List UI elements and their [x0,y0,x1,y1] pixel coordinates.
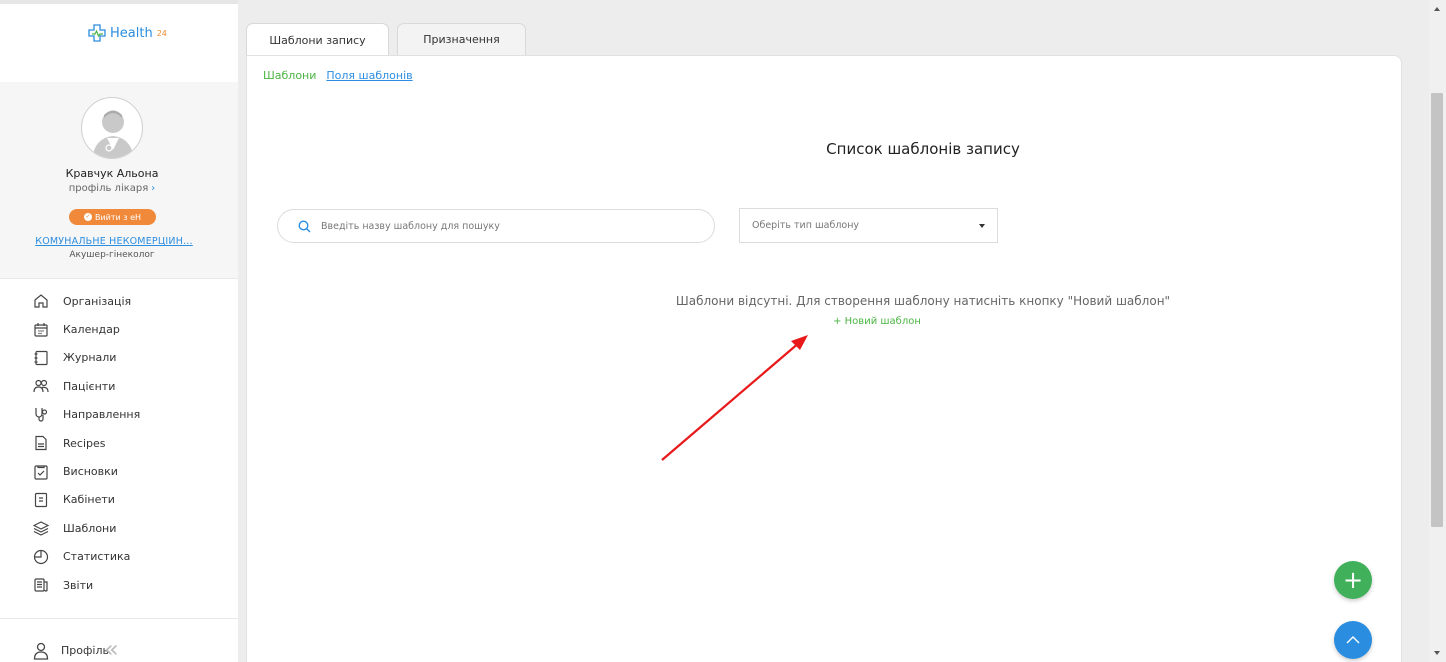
sidebar-item-label: Статистика [63,550,131,564]
sidebar-item-templates[interactable]: Шаблони [32,514,222,542]
sidebar-item-label: Шаблони [63,521,117,535]
doctor-profile-block: Кравчук Альона профіль лікаря › ✓ Вийти з… [0,82,238,278]
sidebar-item-label: Організація [63,294,132,308]
sidebar-item-label: Пацієнти [63,379,116,393]
scroll-up-arrow-icon[interactable] [1431,2,1443,16]
app-name-sup: 24 [156,28,167,38]
sidebar-item-label: Звіти [63,578,94,592]
journal-icon [32,349,49,366]
sidebar-item-patients[interactable]: Пацієнти [32,372,222,400]
sidebar: Health 24 Кравчук Альона профіль лікаря › … [0,0,238,662]
doctor-specialty: Акушер-гінеколог [69,250,155,260]
template-type-select-value: Оберіть тип шаблону [752,220,860,231]
door-icon [32,491,49,508]
organization-link[interactable]: КОМУНАЛЬНЕ НЕКОМЕРЦІЙН... [4,236,224,247]
avatar[interactable] [81,97,143,159]
sidebar-item-cabinets[interactable]: Кабінети [32,486,222,514]
health-logo-icon [88,24,106,42]
recipe-icon [32,435,49,452]
add-fab-button[interactable]: + [1334,561,1372,599]
scroll-down-arrow-icon[interactable] [1431,646,1443,660]
sidebar-item-label: Профіль [61,644,109,657]
app-logo[interactable]: Health 24 [88,24,167,42]
empty-state-message: Шаблони відсутні. Для створення шаблону … [675,294,1171,308]
annotation-arrow-icon [661,335,808,461]
app-name: Health [110,25,153,41]
layers-icon [32,520,49,537]
sidebar-item-reports[interactable]: Звіти [32,571,222,599]
divider [0,618,238,619]
plus-icon: + [1342,566,1364,594]
exit-icon: ✓ [83,213,92,221]
page-title: Список шаблонів запису [826,140,1020,158]
user-icon [32,642,49,660]
chevron-up-icon [1346,636,1360,644]
sidebar-item-statistics[interactable]: Статистика [32,543,222,571]
stethoscope-icon [32,406,49,423]
patients-icon [32,378,49,395]
checklist-icon [32,463,49,480]
tab-bar: Шаблони запису Призначення [246,23,526,56]
caret-down-icon [979,223,985,228]
collapse-sidebar-icon[interactable]: « [104,637,119,661]
sidebar-item-recipes[interactable]: Recipes [32,429,222,457]
doctor-profile-link[interactable]: профіль лікаря › [0,183,224,194]
chevron-right-icon: › [151,183,156,194]
sidebar-item-profile[interactable]: Профіль [32,642,109,660]
doctor-profile-label: профіль лікаря [68,183,149,194]
new-template-link[interactable]: + Новий шаблон [247,316,1403,327]
search-icon [298,219,311,232]
doctor-name: Кравчук Альона [65,167,159,180]
sidebar-item-organization[interactable]: Організація [32,287,222,315]
doctor-avatar-icon [92,110,134,158]
sidebar-item-conclusions[interactable]: Висновки [32,457,222,485]
scroll-top-fab-button[interactable] [1334,621,1372,659]
sidebar-item-label: Направлення [63,408,141,422]
sidebar-item-label: Висновки [63,465,118,479]
main-card: Шаблони Поля шаблонів Список шаблонів за… [246,55,1402,662]
sidebar-item-label: Календар [63,323,120,337]
subnav: Шаблони Поля шаблонів [263,69,413,82]
subnav-template-fields[interactable]: Поля шаблонів [326,69,412,82]
report-icon [32,577,49,594]
scrollbar-thumb[interactable] [1431,93,1443,527]
search-input[interactable] [321,220,701,232]
home-icon [32,293,49,310]
tab-prescriptions[interactable]: Призначення [397,23,526,55]
template-type-select[interactable]: Оберіть тип шаблону [739,208,998,243]
sidebar-item-referrals[interactable]: Направлення [32,401,222,429]
exit-eh-button[interactable]: ✓ Вийти з еН [69,209,156,225]
sidebar-item-label: Recipes [63,436,106,450]
sidebar-item-label: Журнали [63,351,117,365]
tab-record-templates[interactable]: Шаблони запису [246,23,389,56]
sidebar-item-label: Кабінети [63,493,115,507]
sidebar-item-journals[interactable]: Журнали [32,344,222,372]
subnav-templates[interactable]: Шаблони [263,69,316,82]
clock-chart-icon [32,548,49,565]
exit-eh-label: Вийти з еН [94,212,142,222]
search-box[interactable] [277,209,715,243]
sidebar-item-calendar[interactable]: Календар [32,315,222,343]
sidebar-nav: Організація Календар Журнали Пацієнти На… [32,287,222,599]
calendar-icon [32,321,49,338]
divider [0,278,238,279]
